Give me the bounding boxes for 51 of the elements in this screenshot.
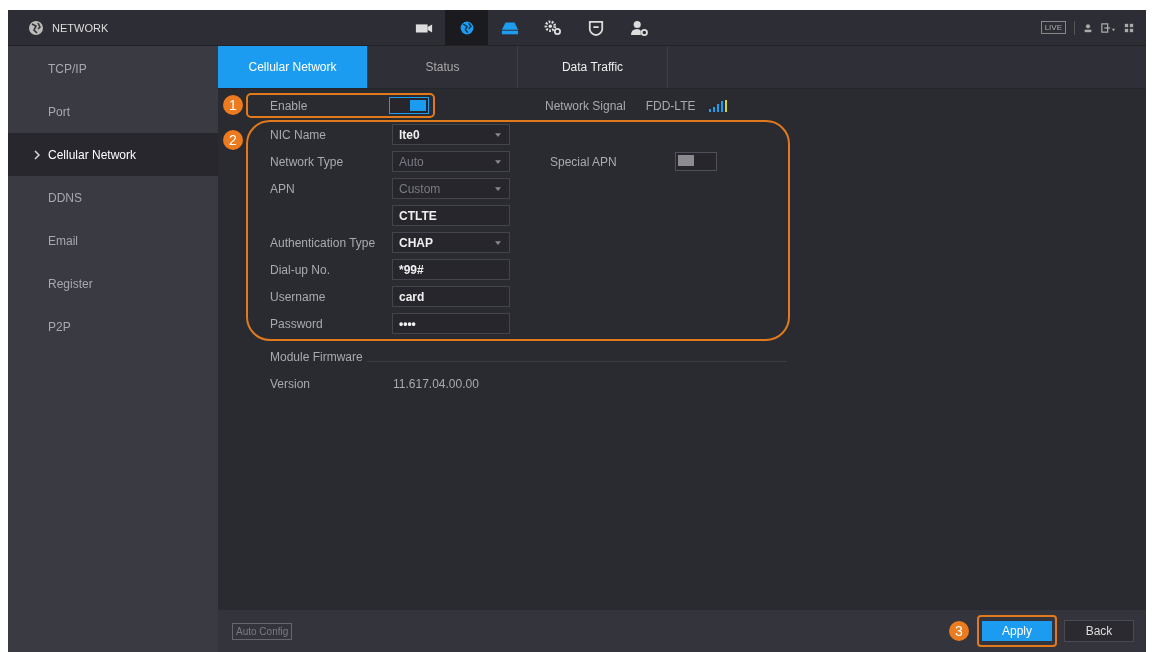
- enable-toggle[interactable]: [389, 97, 429, 114]
- logout-icon[interactable]: [1101, 22, 1116, 33]
- signal-type: FDD-LTE: [645, 98, 696, 113]
- gears-icon: [543, 19, 562, 36]
- sidebar-item[interactable]: DDNS: [8, 176, 218, 219]
- sidebar-item[interactable]: Register: [8, 262, 218, 305]
- sidebar-item[interactable]: Cellular Network: [8, 133, 218, 176]
- field-label: Version: [270, 377, 312, 391]
- field-label: APN: [270, 181, 296, 196]
- password-field[interactable]: ••••: [392, 313, 510, 334]
- field-label: Network Signal: [545, 98, 626, 113]
- signal-strength-icon: [709, 99, 728, 112]
- back-button[interactable]: Back: [1064, 620, 1134, 642]
- dropdown[interactable]: CHAP: [392, 232, 510, 253]
- special-apn-toggle[interactable]: [675, 152, 717, 171]
- live-button[interactable]: LIVE: [1040, 21, 1066, 34]
- input-field[interactable]: *99#: [392, 259, 510, 280]
- input-field[interactable]: CTLTE: [392, 205, 510, 226]
- callout-number: 3: [949, 621, 969, 641]
- tab[interactable]: Data Traffic: [518, 46, 668, 88]
- caret-icon: [495, 240, 501, 245]
- tab[interactable]: Status: [368, 46, 518, 88]
- sidebar-item[interactable]: Port: [8, 90, 218, 133]
- globe-icon: [28, 19, 44, 36]
- field-label: NIC Name: [270, 127, 327, 142]
- user-icon[interactable]: [1083, 22, 1093, 33]
- callout-number: 2: [223, 130, 243, 150]
- input-field[interactable]: card: [392, 286, 510, 307]
- field-label: Network Type: [270, 154, 345, 169]
- caret-icon: [495, 159, 501, 164]
- field-label: Special APN: [550, 154, 618, 169]
- shield-icon: [586, 19, 605, 36]
- sidebar-item[interactable]: P2P: [8, 305, 218, 348]
- toolbar-button[interactable]: [445, 10, 488, 45]
- field-label: Enable: [270, 98, 308, 113]
- section-title: Module Firmware: [270, 350, 363, 364]
- user-settings-icon: [629, 19, 648, 36]
- field-label: Username: [270, 289, 327, 304]
- field-label: Authentication Type: [270, 235, 377, 250]
- dropdown[interactable]: lte0: [392, 124, 510, 145]
- page-title: NETWORK: [52, 21, 109, 34]
- version-value: 11.617.04.00.00: [393, 377, 479, 391]
- sidebar-item[interactable]: TCP/IP: [8, 47, 218, 90]
- chevron-icon: [34, 149, 40, 160]
- caret-icon: [495, 132, 501, 137]
- grid-icon[interactable]: [1124, 22, 1134, 33]
- callout-number: 1: [223, 95, 243, 115]
- field-label: Dial-up No.: [270, 262, 332, 277]
- caret-icon: [495, 186, 501, 191]
- sidebar-item[interactable]: Email: [8, 219, 218, 262]
- field-label: Password: [270, 316, 324, 331]
